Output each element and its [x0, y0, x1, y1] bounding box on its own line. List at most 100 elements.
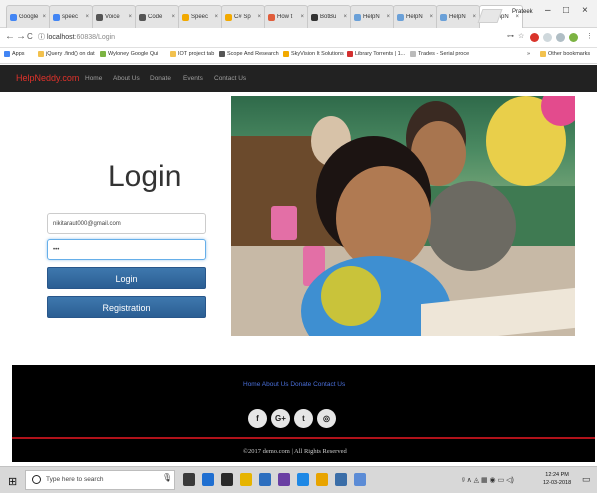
back-icon[interactable]: ←	[5, 31, 15, 42]
bookmark-item[interactable]: IOT project tab	[170, 51, 214, 57]
explorer-taskbar-icon[interactable]	[240, 473, 252, 486]
app-taskbar-icon[interactable]	[335, 473, 347, 486]
other-bookmarks[interactable]: Other bookmarks	[540, 51, 590, 57]
tab-close-icon[interactable]: ×	[85, 14, 89, 20]
bookmark-item[interactable]: Scope And Research	[219, 51, 279, 57]
nav-contact-us[interactable]: Contact Us	[214, 75, 246, 82]
photo-girl-face	[336, 166, 431, 271]
key-icon[interactable]: ⊶	[507, 32, 514, 40]
close-window-icon[interactable]: ×	[582, 5, 588, 16]
maximize-icon[interactable]: □	[563, 5, 569, 16]
password-field[interactable]: •••	[47, 239, 206, 260]
browser-tab[interactable]: HelpN ×	[350, 5, 394, 28]
bookmarks-bar: » Other bookmarks Apps jQuery .find() on …	[0, 48, 597, 64]
bookmark-label: IOT project tab	[178, 51, 215, 57]
tab-close-icon[interactable]: ×	[429, 14, 433, 20]
footer-divider	[12, 437, 595, 439]
tab-close-icon[interactable]: ×	[343, 14, 347, 20]
tab-title: HelpN	[406, 14, 423, 20]
browser-tab[interactable]: BotBu ×	[307, 5, 351, 28]
bookmark-favicon-icon	[170, 51, 176, 57]
notepad-taskbar-icon[interactable]	[354, 473, 366, 486]
bookmark-item[interactable]: Apps	[4, 51, 25, 57]
taskbar-search[interactable]: Type here to search	[25, 470, 175, 490]
browser-menu-icon[interactable]: ⋮	[586, 32, 593, 40]
extension-icon[interactable]	[556, 33, 565, 42]
tab-close-icon[interactable]: ×	[257, 14, 261, 20]
system-tray-icons[interactable]: ᵍ ∧ ◬ ▦ ◉ ▭ ◁)	[462, 476, 514, 484]
windows-start-icon[interactable]: ⊞	[8, 475, 17, 488]
extension-icon[interactable]	[543, 33, 552, 42]
nav-home[interactable]: Home	[85, 75, 102, 82]
tab-title: Code	[148, 14, 163, 20]
tab-title: Google	[19, 14, 39, 20]
site-brand[interactable]: HelpNeddy.com	[16, 73, 79, 83]
edge-taskbar-icon[interactable]	[202, 473, 214, 486]
tab-close-icon[interactable]: ×	[214, 14, 218, 20]
tab-close-icon[interactable]: ×	[386, 14, 390, 20]
tab-close-icon[interactable]: ×	[42, 14, 46, 20]
tab-title: How t	[277, 14, 293, 20]
reload-icon[interactable]: C	[27, 32, 33, 41]
tab-favicon-icon	[139, 13, 146, 21]
browser-tab[interactable]: HelpN ×	[436, 5, 480, 28]
tab-close-icon[interactable]: ×	[171, 14, 175, 20]
task-view-taskbar-icon[interactable]	[183, 473, 195, 486]
nav-about-us[interactable]: About Us	[113, 75, 140, 82]
microphone-icon[interactable]: 🎙	[162, 473, 172, 482]
chrome-taskbar-icon[interactable]	[316, 473, 328, 486]
footer-links[interactable]: Home About Us Donate Contact Us	[243, 381, 345, 388]
photo-boy-shirt	[426, 181, 516, 271]
mail-taskbar-icon[interactable]	[297, 473, 309, 486]
bookmark-label: Wyloney Google Qui	[108, 51, 159, 57]
site-info-icon[interactable]: ⓘ	[38, 34, 45, 41]
tab-close-icon[interactable]: ×	[472, 14, 476, 20]
vs-taskbar-icon[interactable]	[278, 473, 290, 486]
notification-center-icon[interactable]: ▭	[582, 474, 591, 485]
browser-tab[interactable]: Code ×	[135, 5, 179, 28]
bookmark-favicon-icon	[38, 51, 44, 57]
extension-icon[interactable]	[530, 33, 539, 42]
store-taskbar-icon[interactable]	[221, 473, 233, 486]
tab-favicon-icon	[10, 13, 17, 21]
browser-tab[interactable]: C# Sp ×	[221, 5, 265, 28]
bookmarks-overflow-icon[interactable]: »	[527, 51, 530, 57]
facebook-icon[interactable]: f	[248, 409, 267, 428]
extension-icon[interactable]	[569, 33, 578, 42]
google-plus-icon[interactable]: G+	[271, 409, 290, 428]
url-field[interactable]: ⓘ localhost:60838/Login	[38, 32, 115, 42]
browser-tab[interactable]: Speec ×	[178, 5, 222, 28]
registration-button[interactable]: Registration	[47, 296, 206, 318]
instagram-icon[interactable]: ◎	[317, 409, 336, 428]
browser-tab[interactable]: How t ×	[264, 5, 308, 28]
browser-tab[interactable]: Google ×	[6, 5, 50, 28]
tab-close-icon[interactable]: ×	[128, 14, 132, 20]
twitter-icon[interactable]: t	[294, 409, 313, 428]
nav-events[interactable]: Events	[183, 75, 203, 82]
bookmark-star-icon[interactable]: ☆	[518, 32, 524, 40]
minimize-icon[interactable]: –	[545, 5, 551, 16]
login-button[interactable]: Login	[47, 267, 206, 289]
bookmark-favicon-icon	[283, 51, 289, 57]
browser-tab[interactable]: speec ×	[49, 5, 93, 28]
bookmark-favicon-icon	[219, 51, 225, 57]
system-clock[interactable]: 12:24 PM 12-03-2018	[543, 471, 571, 487]
browser-window: HelpN × HelpN × HelpN × HelpN × BotBu × How t × C# S…	[0, 0, 597, 493]
profile-name[interactable]: Prateek	[512, 9, 533, 15]
browser-tab[interactable]: HelpN ×	[393, 5, 437, 28]
forward-icon[interactable]: →	[16, 31, 26, 42]
bookmark-item[interactable]: Library Torrents | 1...	[347, 51, 405, 57]
tab-close-icon[interactable]: ×	[300, 14, 304, 20]
bookmark-item[interactable]: Trades - Serial proce	[410, 51, 469, 57]
tab-favicon-icon	[225, 13, 232, 21]
photos-taskbar-icon[interactable]	[259, 473, 271, 486]
bookmark-item[interactable]: jQuery .find() on dat	[38, 51, 95, 57]
email-field[interactable]: nikitaraut000@gmail.com	[47, 213, 206, 234]
bookmark-item[interactable]: Wyloney Google Qui	[100, 51, 158, 57]
bookmark-favicon-icon	[100, 51, 106, 57]
browser-tab[interactable]: Voice ×	[92, 5, 136, 28]
bookmark-item[interactable]: SkyVision It Solutions	[283, 51, 344, 57]
nav-donate[interactable]: Donate	[150, 75, 171, 82]
folder-icon	[540, 51, 546, 57]
windows-taskbar: ⊞ Type here to search 🎙 ᵍ ∧ ◬ ▦ ◉ ▭ ◁) 1…	[0, 466, 597, 493]
